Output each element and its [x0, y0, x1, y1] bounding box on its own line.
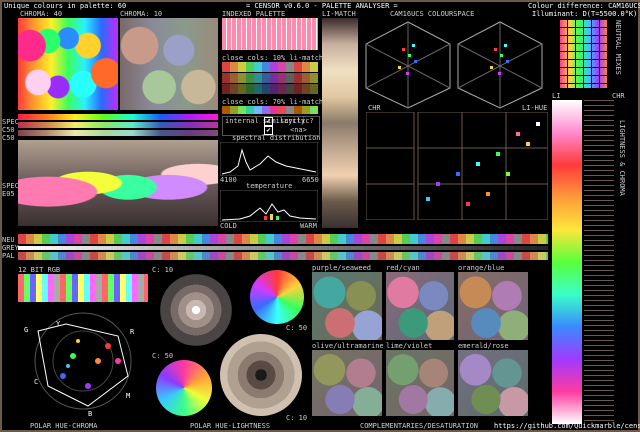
- red-cyan-label: red/cyan: [386, 264, 420, 272]
- indexed-palette-label: INDEXED PALETTE: [222, 10, 286, 18]
- close-cols-10-row1: [222, 62, 318, 72]
- spec-label-2: SPEC: [2, 182, 19, 190]
- c50-label-2: C50: [2, 126, 15, 134]
- chroma10-label: CHROMA: 10: [120, 10, 163, 18]
- spectrum-band-2: [18, 122, 218, 128]
- rgb12-grid: [18, 274, 148, 302]
- close-cols-10-label: close cols: 10% li-match: [222, 54, 324, 62]
- palette-row: [18, 252, 548, 260]
- neutral-row: [18, 234, 548, 244]
- temperature-cold: COLD: [220, 222, 237, 230]
- orange-blue-label: orange/blue: [458, 264, 505, 272]
- polar-hue-lightness-footer: POLAR HUE-LIGHTNESS: [190, 422, 271, 430]
- lime-violet-label: lime/violet: [386, 342, 433, 350]
- temperature-label: temperature: [246, 182, 293, 190]
- scyclic-label: scyclic?: [280, 117, 314, 125]
- purple-seaweed-label: purple/seaweed: [312, 264, 372, 272]
- hue-lightness-disc-c10: [160, 274, 232, 346]
- olive-ultramarine-map: [312, 350, 382, 416]
- hue-lightness-disc-c50: [250, 270, 304, 324]
- emerald-rose-map: [458, 350, 528, 416]
- hue-lightness-disc-c10b: [220, 334, 302, 416]
- chr-right-label: CHR: [612, 92, 625, 100]
- pal-label: PAL: [2, 252, 15, 260]
- neutral-mixes-label: NEUTRAL MIXES: [614, 20, 622, 75]
- unique-colours-label: Unique colours in palette: 60: [4, 2, 127, 10]
- close-cols-70-label: close cols: 70% li-match: [222, 98, 324, 106]
- c50-label-3: C50: [2, 134, 15, 142]
- chroma-bars: [584, 100, 614, 424]
- cam16ucs-colourspace: [365, 21, 543, 109]
- hue-letter-g: G: [24, 326, 29, 334]
- emerald-rose-label: emerald/rose: [458, 342, 509, 350]
- neu-label: NEU: [2, 236, 15, 244]
- lightness-chroma-label: LIGHTNESS & CHROMA: [618, 120, 626, 196]
- indexed-palette-grid: [222, 18, 318, 50]
- close-cols-10-row3: [222, 84, 318, 94]
- c50-label-b: C: 50: [152, 352, 174, 360]
- temperature-warm: WARM: [300, 222, 317, 230]
- chr-label: CHR: [368, 104, 381, 112]
- spectral-max: 6650: [302, 176, 319, 184]
- colour-difference-label: Colour difference: CAM16UCS: [528, 2, 640, 10]
- spectral-distribution-label: spectral distribution: [232, 134, 321, 142]
- close-cols-70-row: [222, 106, 318, 114]
- orange-blue-map: [458, 272, 528, 340]
- spectral-distribution-plot: [220, 142, 318, 176]
- purple-seaweed-map: [312, 272, 382, 340]
- lightness-bars: [552, 100, 582, 424]
- li-hue-label: LI-HUE: [522, 104, 548, 112]
- na-label: <na>: [290, 126, 307, 134]
- hue-letter-y: Y: [56, 320, 61, 328]
- rgb12-label: 12 BIT RGB: [18, 266, 61, 274]
- li-match-strip: [322, 18, 358, 228]
- c50-label-a: C: 50: [286, 324, 308, 332]
- chroma40-label: CHROMA: 40: [20, 10, 63, 18]
- spectral-min: 4100: [220, 176, 237, 184]
- polar-hue-chroma-footer: POLAR HUE-CHROMA: [30, 422, 98, 430]
- similarity-checkbox[interactable]: ✔: [264, 117, 273, 126]
- palette-swatch-grid: [560, 20, 608, 88]
- hue-letter-m: M: [126, 392, 131, 400]
- lime-violet-map: [386, 350, 454, 416]
- spec-label: SPEC: [2, 118, 19, 126]
- cam16ucs-label: CAM16UCS COLOURSPACE: [390, 10, 475, 18]
- red-cyan-map: [386, 272, 454, 340]
- grey-label: GREY: [2, 244, 19, 252]
- c10-label-a: C: 10: [152, 266, 174, 274]
- app-title: = CENSOR v0.6.0 - PALETTE ANALYSER =: [246, 2, 398, 10]
- github-link[interactable]: https://github.com/Quickmarble/censor: [494, 422, 640, 430]
- li-match-label: LI-MATCH: [322, 10, 356, 18]
- spectrum-band-1: [18, 114, 218, 120]
- illuminant-label: Illuminant: D(T=5500.0°K): [532, 10, 638, 18]
- spectrum-band-3: [18, 130, 218, 136]
- close-cols-10-row2: [222, 73, 318, 83]
- spectrum-lightness-map: [18, 140, 218, 226]
- olive-ultramarine-label: olive/ultramarine: [312, 342, 384, 350]
- c10-label-b: C: 10: [286, 414, 308, 422]
- li-label: LI: [552, 92, 561, 100]
- complementaries-footer: COMPLEMENTARIES/DESATURATION: [360, 422, 479, 430]
- li-hue-plot: [366, 112, 548, 220]
- hue-letter-r: R: [130, 328, 135, 336]
- hue-letter-c: C: [34, 378, 39, 386]
- hue-letter-b: B: [88, 410, 93, 418]
- chroma40-voronoi: [18, 18, 118, 110]
- temperature-plot: [220, 190, 318, 222]
- hue-lightness-disc-c50b: [156, 360, 212, 416]
- chroma10-voronoi: [120, 18, 218, 110]
- e05-label: E05: [2, 190, 15, 198]
- grey-row: [18, 246, 548, 250]
